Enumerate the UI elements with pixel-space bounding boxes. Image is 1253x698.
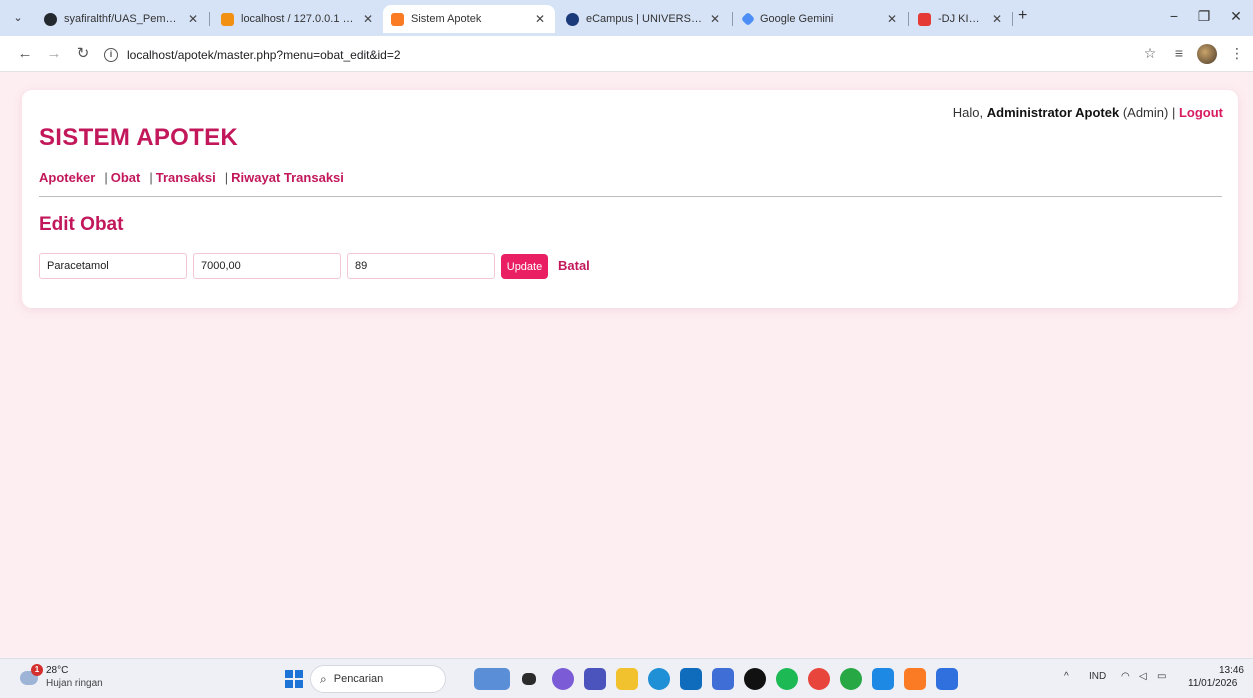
stok-input[interactable]	[347, 253, 495, 279]
tab-search-chevron-icon[interactable]: ⌄	[8, 9, 28, 27]
nav-link-obat[interactable]: Obat	[111, 170, 141, 185]
university-icon	[566, 12, 579, 26]
browser-tab-strip: ⌄ syafiralthf/UAS_Pemrogram ✕ localhost …	[0, 0, 1253, 36]
update-button[interactable]: Update	[501, 254, 548, 279]
gemini-icon	[740, 11, 756, 27]
clock-date[interactable]: 11/01/2026	[1188, 678, 1237, 689]
youtube-icon	[918, 12, 931, 26]
spotify-icon[interactable]	[776, 668, 798, 690]
xampp-icon	[391, 12, 404, 26]
nav-link-riwayat-transaksi[interactable]: Riwayat Transaksi	[231, 170, 344, 185]
tab-title: -DJ KISAH TANPA DIRI	[938, 13, 984, 25]
close-tab-icon[interactable]: ✕	[186, 12, 200, 26]
tab-title: Sistem Apotek	[411, 13, 482, 25]
app-title: SISTEM APOTEK	[39, 124, 239, 151]
main-nav: Apoteker | Obat | Transaksi | Riwayat Tr…	[39, 170, 344, 185]
restore-icon[interactable]: ❐	[1194, 8, 1214, 25]
tab-title: localhost / 127.0.0.1 / apo	[241, 13, 355, 25]
url-text: localhost/apotek/master.php?menu=obat_ed…	[127, 48, 401, 62]
taskbar: 1 28°C Hujan ringan ⌕ Pencarian ^ IND ◠ …	[0, 658, 1253, 698]
browser-tab-github[interactable]: syafiralthf/UAS_Pemrogram ✕	[36, 5, 208, 33]
taskbar-search[interactable]: ⌕ Pencarian	[310, 665, 446, 693]
new-tab-icon[interactable]: +	[1018, 7, 1027, 25]
xampp-icon[interactable]	[904, 668, 926, 690]
start-windows-icon[interactable]	[285, 670, 303, 688]
reload-icon[interactable]: ↻	[74, 45, 92, 63]
weather-temperature[interactable]: 28°C	[46, 665, 68, 676]
volume-icon[interactable]: ◁	[1139, 671, 1147, 682]
weather-description[interactable]: Hujan ringan	[46, 678, 103, 689]
clock-time[interactable]: 13:46	[1210, 665, 1244, 676]
close-tab-icon[interactable]: ✕	[533, 12, 547, 26]
search-placeholder: Pencarian	[333, 673, 384, 685]
task-view-icon[interactable]	[522, 673, 536, 685]
weather-badge: 1	[31, 664, 43, 676]
tab-title: eCampus | UNIVERSITAS P	[586, 13, 702, 25]
nav-separator: |	[149, 170, 153, 185]
browser-tab-music[interactable]: -DJ KISAH TANPA DIRI ✕	[910, 5, 1012, 33]
copilot-icon[interactable]	[552, 668, 574, 690]
profile-avatar[interactable]	[1197, 44, 1217, 64]
close-tab-icon[interactable]: ✕	[990, 12, 1004, 26]
minimize-icon[interactable]: −	[1164, 8, 1184, 24]
bookmark-star-icon[interactable]: ☆	[1141, 45, 1159, 62]
back-arrow-icon[interactable]: ←	[16, 45, 34, 63]
github-icon	[44, 12, 57, 26]
file-explorer-icon[interactable]	[616, 668, 638, 690]
divider	[39, 196, 1222, 197]
battery-icon[interactable]: ▭	[1157, 671, 1166, 682]
user-role: (Admin) |	[1122, 105, 1176, 120]
widgets-icon[interactable]	[474, 668, 510, 690]
search-icon: ⌕	[320, 671, 327, 686]
close-tab-icon[interactable]: ✕	[361, 12, 375, 26]
chrome-icon[interactable]	[808, 668, 830, 690]
tray-chevron-up-icon[interactable]: ^	[1064, 671, 1069, 682]
harga-input[interactable]	[193, 253, 341, 279]
address-bar[interactable]: i localhost/apotek/master.php?menu=obat_…	[104, 42, 1134, 68]
whatsapp-icon[interactable]	[840, 668, 862, 690]
logout-link[interactable]: Logout	[1179, 105, 1223, 120]
nav-link-transaksi[interactable]: Transaksi	[156, 170, 216, 185]
editor-icon[interactable]	[712, 668, 734, 690]
nav-link-apoteker[interactable]: Apoteker	[39, 170, 95, 185]
browser-menu-icon[interactable]: ⋮	[1228, 45, 1246, 62]
wifi-icon[interactable]: ◠	[1121, 671, 1130, 682]
section-title: Edit Obat	[39, 214, 124, 235]
browser-tab-ecampus[interactable]: eCampus | UNIVERSITAS P ✕	[558, 5, 730, 33]
tiktok-icon[interactable]	[744, 668, 766, 690]
forward-arrow-icon[interactable]: →	[45, 45, 63, 63]
nav-separator: |	[224, 170, 229, 185]
tab-title: Google Gemini	[760, 13, 834, 25]
browser-tab-sistem-apotek[interactable]: Sistem Apotek ✕	[383, 5, 555, 33]
phpmyadmin-icon	[221, 12, 234, 26]
edge-icon[interactable]	[648, 668, 670, 690]
tab-title: syafiralthf/UAS_Pemrogram	[64, 13, 180, 25]
nav-separator: |	[104, 170, 108, 185]
store-icon[interactable]	[680, 668, 702, 690]
close-tab-icon[interactable]: ✕	[708, 12, 722, 26]
greeting-text: Halo,	[952, 105, 984, 120]
vscode-icon[interactable]	[872, 668, 894, 690]
user-info: Halo, Administrator Apotek (Admin) | Log…	[953, 105, 1223, 120]
media-controls-icon[interactable]: ≡	[1170, 45, 1188, 61]
site-info-icon[interactable]: i	[104, 48, 118, 62]
batal-link[interactable]: Batal	[558, 258, 590, 273]
close-window-icon[interactable]: ✕	[1226, 8, 1246, 25]
close-tab-icon[interactable]: ✕	[885, 12, 899, 26]
nama-obat-input[interactable]	[39, 253, 187, 279]
app-icon[interactable]	[936, 668, 958, 690]
user-name: Administrator Apotek	[986, 105, 1120, 120]
browser-tab-phpmyadmin[interactable]: localhost / 127.0.0.1 / apo ✕	[213, 5, 383, 33]
main-card: Halo, Administrator Apotek (Admin) | Log…	[22, 90, 1238, 308]
browser-toolbar: ← → ↻ i localhost/apotek/master.php?menu…	[0, 36, 1253, 72]
language-indicator[interactable]: IND	[1089, 671, 1106, 682]
browser-tab-gemini[interactable]: Google Gemini ✕	[735, 5, 907, 33]
teams-icon[interactable]	[584, 668, 606, 690]
